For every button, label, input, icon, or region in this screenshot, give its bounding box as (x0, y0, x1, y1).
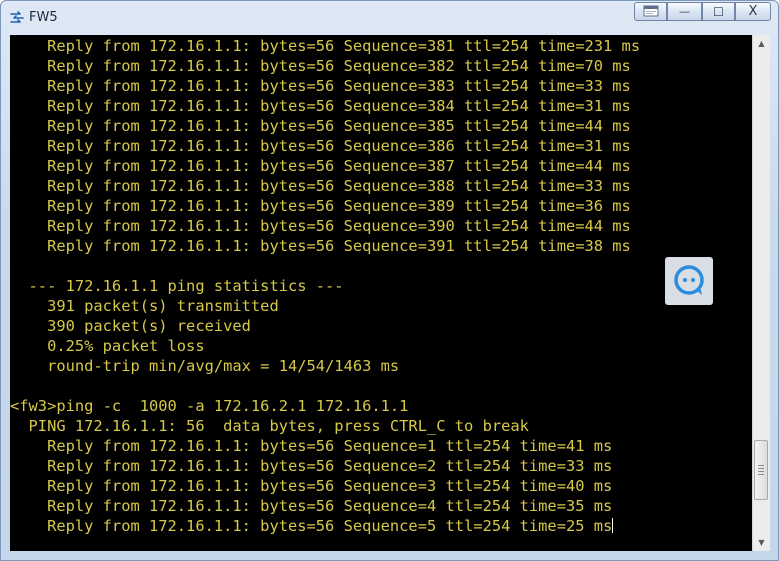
terminal-line: Reply from 172.16.1.1: bytes=56 Sequence… (10, 137, 631, 155)
text-cursor (612, 518, 614, 533)
terminal-line: Reply from 172.16.1.1: bytes=56 Sequence… (10, 217, 631, 235)
chat-bubble-icon (674, 265, 704, 295)
restore-icon (643, 5, 658, 17)
terminal-line-text: Reply from 172.16.1.1: bytes=56 Sequence… (10, 517, 613, 535)
scrollbar-thumb[interactable] (754, 440, 768, 501)
terminal-line: 390 packet(s) received (10, 317, 251, 335)
terminal-line: round-trip min/avg/max = 14/54/1463 ms (10, 357, 400, 375)
terminal-line: Reply from 172.16.1.1: bytes=56 Sequence… (10, 457, 613, 475)
terminal-line: Reply from 172.16.1.1: bytes=56 Sequence… (10, 437, 613, 455)
terminal-line: Reply from 172.16.1.1: bytes=56 Sequence… (10, 97, 631, 115)
grip-line (758, 468, 764, 470)
terminal-line: Reply from 172.16.1.1: bytes=56 Sequence… (10, 197, 631, 215)
restore-button[interactable] (634, 2, 667, 21)
terminal-line-current: Reply from 172.16.1.1: bytes=56 Sequence… (10, 516, 640, 536)
close-button[interactable]: X (735, 2, 771, 21)
terminal-line: --- 172.16.1.1 ping statistics --- (10, 277, 344, 295)
grip-line (758, 465, 764, 467)
scroll-up-arrow-icon[interactable]: ▲ (753, 35, 770, 52)
grip-line (758, 474, 764, 476)
vertical-scrollbar[interactable]: ▲ ▼ (752, 35, 770, 551)
terminal-line: 391 packet(s) transmitted (10, 297, 279, 315)
terminal-line: PING 172.16.1.1: 56 data bytes, press CT… (10, 417, 529, 435)
terminal-line: Reply from 172.16.1.1: bytes=56 Sequence… (10, 177, 631, 195)
minimize-button[interactable]: — (667, 2, 702, 21)
close-icon: X (748, 4, 758, 19)
network-device-icon (10, 11, 24, 23)
terminal-line: 0.25% packet loss (10, 337, 205, 355)
terminal-line: Reply from 172.16.1.1: bytes=56 Sequence… (10, 77, 631, 95)
terminal-line: Reply from 172.16.1.1: bytes=56 Sequence… (10, 497, 613, 515)
terminal-line: Reply from 172.16.1.1: bytes=56 Sequence… (10, 37, 641, 55)
terminal-lines: Reply from 172.16.1.1: bytes=56 Sequence… (10, 36, 640, 536)
chat-widget-button[interactable] (665, 257, 713, 305)
terminal-output[interactable]: Reply from 172.16.1.1: bytes=56 Sequence… (10, 35, 752, 551)
grip-line (758, 471, 764, 473)
terminal-line: Reply from 172.16.1.1: bytes=56 Sequence… (10, 477, 613, 495)
minimize-icon: — (679, 5, 690, 18)
maximize-button[interactable]: ☐ (702, 2, 735, 21)
window-title: FW5 (29, 10, 58, 25)
terminal-line: Reply from 172.16.1.1: bytes=56 Sequence… (10, 157, 631, 175)
title-bar[interactable]: FW5 — ☐ X (1, 1, 778, 35)
terminal-line: <fw3>ping -c 1000 -a 172.16.2.1 172.16.1… (10, 397, 409, 415)
maximize-icon: ☐ (713, 4, 724, 19)
terminal-line: Reply from 172.16.1.1: bytes=56 Sequence… (10, 117, 631, 135)
terminal-line: Reply from 172.16.1.1: bytes=56 Sequence… (10, 237, 631, 255)
scroll-down-arrow-icon[interactable]: ▼ (753, 534, 770, 551)
terminal-line: Reply from 172.16.1.1: bytes=56 Sequence… (10, 57, 631, 75)
terminal-window: FW5 — ☐ X Reply from 172.16.1.1: bytes=5… (0, 0, 779, 561)
